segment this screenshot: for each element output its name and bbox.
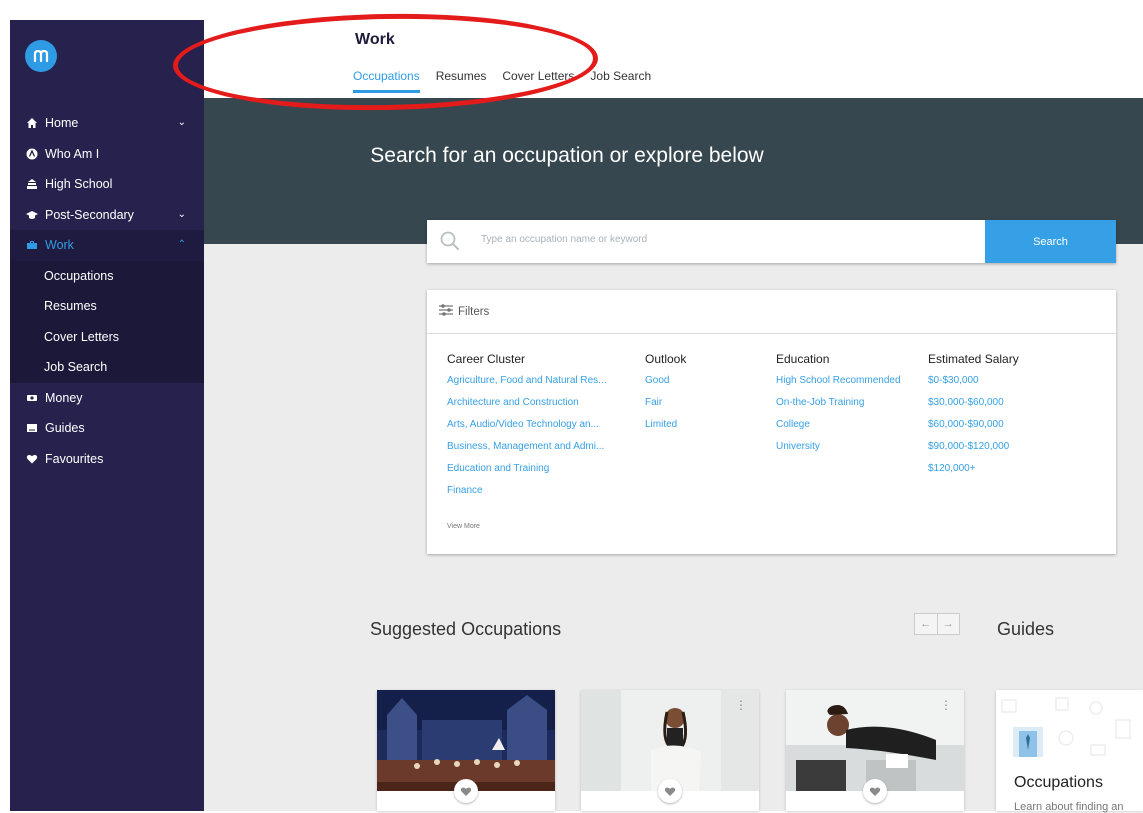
filter-option[interactable]: Agriculture, Food and Natural Res...: [447, 375, 607, 397]
filter-column-estimated-salary: Estimated Salary $0-$30,000 $30,000-$60,…: [928, 352, 1019, 485]
filter-option[interactable]: Education and Training: [447, 463, 607, 485]
guide-illustration: [1001, 697, 1131, 757]
sliders-icon: [438, 303, 454, 320]
filters-label: Filters: [458, 305, 490, 318]
sidebar-item-favourites[interactable]: Favourites: [10, 444, 204, 475]
sidebar-item-label: Favourites: [45, 451, 104, 466]
guide-card-title: Occupations: [1014, 774, 1103, 791]
guide-card-occupations[interactable]: Occupations Learn about finding an: [996, 690, 1143, 813]
filter-column-career-cluster: Career Cluster Agriculture, Food and Nat…: [447, 352, 607, 507]
search-button[interactable]: Search: [985, 220, 1116, 263]
sidebar-subitem-cover-letters[interactable]: Cover Letters: [10, 322, 204, 353]
sidebar-item-work[interactable]: Work ⌃: [10, 230, 204, 261]
guides-title: Guides: [997, 619, 1055, 639]
filter-option[interactable]: College: [776, 419, 901, 441]
filter-option[interactable]: $90,000-$120,000: [928, 441, 1019, 463]
favourite-heart-icon[interactable]: [863, 779, 887, 803]
chevron-down-icon: ⌄: [177, 117, 186, 128]
filter-heading: Education: [776, 352, 830, 366]
filters-header[interactable]: Filters: [427, 290, 1116, 334]
sidebar-item-money[interactable]: Money: [10, 383, 204, 414]
filter-option[interactable]: Good: [645, 375, 686, 397]
favourite-heart-icon[interactable]: [454, 779, 478, 803]
graduation-cap-icon: [26, 209, 38, 221]
sidebar-subitem-resumes[interactable]: Resumes: [10, 291, 204, 322]
occupation-card[interactable]: ⋮: [786, 690, 964, 811]
sidebar-item-label: Post-Secondary: [45, 207, 134, 222]
occupation-card[interactable]: [377, 690, 555, 811]
chevron-down-icon: ⌄: [177, 208, 186, 220]
logo-icon: [33, 50, 49, 62]
sidebar-item-label: Guides: [45, 421, 85, 436]
guide-card-description: Learn about finding an: [1014, 801, 1124, 813]
filter-option[interactable]: Fair: [645, 397, 686, 419]
more-options-icon[interactable]: ⋮: [940, 698, 952, 712]
chevron-up-icon: ⌃: [177, 239, 186, 250]
sidebar-item-label: Money: [45, 390, 83, 405]
occupation-card[interactable]: ⋮: [581, 690, 759, 811]
filter-option[interactable]: $30,000-$60,000: [928, 397, 1019, 419]
sidebar-item-label: Work: [45, 238, 74, 253]
search-icon: [439, 230, 461, 257]
hero-title: Search for an occupation or explore belo…: [370, 144, 764, 167]
sidebar: Home ⌄ Who Am I High School Post-Seconda…: [10, 20, 204, 811]
briefcase-icon: [26, 239, 38, 251]
suggested-occupations-title: Suggested Occupations: [370, 619, 562, 639]
favourite-heart-icon[interactable]: [658, 779, 682, 803]
search-bar: Search: [427, 220, 1116, 263]
money-icon: [26, 392, 38, 404]
tab-job-search[interactable]: Job Search: [590, 69, 651, 93]
app-logo[interactable]: [25, 40, 57, 72]
tab-bar: Occupations Resumes Cover Letters Job Se…: [353, 69, 667, 93]
filter-option[interactable]: $60,000-$90,000: [928, 419, 1019, 441]
filter-heading: Career Cluster: [447, 352, 526, 366]
sidebar-item-post-secondary[interactable]: Post-Secondary ⌄: [10, 200, 204, 231]
sidebar-item-label: Home: [45, 116, 79, 131]
ballet-stage-image: [377, 690, 555, 791]
sidebar-item-home[interactable]: Home ⌄: [10, 108, 204, 139]
tab-resumes[interactable]: Resumes: [436, 69, 487, 93]
page-title: Work: [355, 31, 395, 48]
view-more-link[interactable]: View More: [447, 523, 480, 530]
home-icon: [26, 117, 38, 129]
book-icon: [26, 422, 38, 434]
heart-icon: [26, 453, 38, 465]
search-input[interactable]: [479, 233, 963, 246]
page-header: Work Occupations Resumes Cover Letters J…: [204, 20, 1143, 98]
filter-option[interactable]: $120,000+: [928, 463, 1019, 485]
filter-option[interactable]: University: [776, 441, 901, 463]
arrow-left-icon[interactable]: ←: [915, 614, 938, 634]
filter-option[interactable]: Architecture and Construction: [447, 397, 607, 419]
carousel-arrows: ← →: [914, 613, 960, 635]
filter-column-outlook: Outlook Good Fair Limited: [645, 352, 686, 441]
filter-option[interactable]: On-the-Job Training: [776, 397, 901, 419]
sidebar-item-guides[interactable]: Guides: [10, 413, 204, 444]
tab-occupations[interactable]: Occupations: [353, 69, 420, 93]
filter-option[interactable]: Limited: [645, 419, 686, 441]
filters-panel: Filters Career Cluster Agriculture, Food…: [427, 290, 1116, 554]
filter-option[interactable]: $0-$30,000: [928, 375, 1019, 397]
filter-option[interactable]: Arts, Audio/Video Technology an...: [447, 419, 607, 441]
arrow-right-icon[interactable]: →: [938, 614, 960, 634]
school-icon: [26, 178, 38, 190]
therapy-session-image: [786, 690, 964, 791]
sidebar-subitem-job-search[interactable]: Job Search: [10, 352, 204, 383]
filter-column-education: Education High School Recommended On-the…: [776, 352, 901, 463]
more-options-icon[interactable]: ⋮: [735, 698, 747, 712]
tab-cover-letters[interactable]: Cover Letters: [502, 69, 574, 93]
sidebar-item-label: High School: [45, 177, 113, 192]
filter-option[interactable]: Finance: [447, 485, 607, 507]
filter-heading: Outlook: [645, 352, 687, 366]
dancer-image: [581, 690, 759, 791]
filter-heading: Estimated Salary: [928, 352, 1019, 366]
work-submenu: Occupations Resumes Cover Letters Job Se…: [10, 260, 204, 383]
sidebar-subitem-occupations[interactable]: Occupations: [10, 261, 204, 292]
sidebar-item-high-school[interactable]: High School: [10, 169, 204, 200]
filter-option[interactable]: Business, Management and Admi...: [447, 441, 607, 463]
filter-option[interactable]: High School Recommended: [776, 375, 901, 397]
